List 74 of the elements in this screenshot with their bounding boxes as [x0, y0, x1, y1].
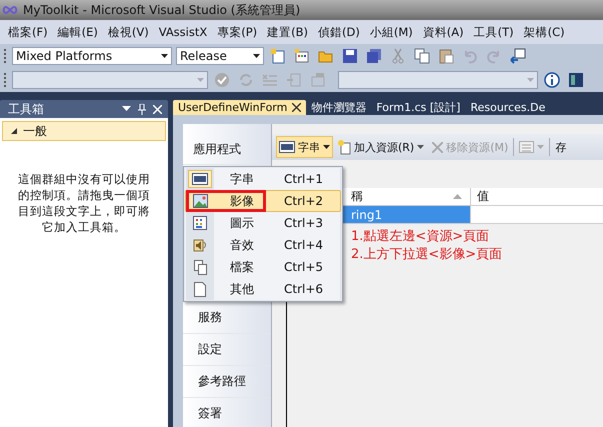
navigate-icon[interactable]	[510, 48, 526, 64]
menu-item[interactable]: 小組(M)	[364, 24, 418, 40]
configuration-dropdown[interactable]: Release	[176, 47, 264, 65]
landscape-picture-icon	[192, 194, 208, 208]
menu-item[interactable]: 編輯(E)	[52, 24, 103, 40]
menu-item[interactable]: 音效 Ctrl+4	[185, 234, 341, 256]
side-tab[interactable]: 參考路徑	[183, 366, 271, 398]
menu-item[interactable]: 圖示 Ctrl+3	[185, 212, 341, 234]
menu-item[interactable]: 建置(B)	[262, 24, 314, 40]
expander-triangle-icon[interactable]	[11, 128, 17, 134]
info-icon[interactable]	[544, 72, 560, 88]
close-icon[interactable]	[292, 103, 302, 112]
caret-icon	[161, 54, 168, 58]
caret-icon	[323, 145, 330, 149]
empty-group-message: 這個群組中沒有可以使用的控制項。請拖曳一個項目到這段文字上，即可將它加入工具箱。	[18, 171, 150, 235]
menu-item[interactable]: 字串 Ctrl+1	[185, 168, 341, 190]
speaker-icon	[193, 238, 207, 252]
close-icon	[432, 142, 444, 152]
menu-item[interactable]: 其他 Ctrl+6	[185, 278, 341, 300]
group-header[interactable]: 一般	[2, 121, 166, 141]
menu-item[interactable]: 檢視(V)	[102, 24, 154, 40]
save-all-icon[interactable]	[366, 48, 382, 64]
menu-item[interactable]: 工具(T)	[468, 24, 519, 40]
side-tab[interactable]: 設定	[183, 334, 271, 366]
grip-icon[interactable]	[4, 73, 8, 87]
empty-dropdown[interactable]	[12, 71, 208, 89]
icon-grid-icon	[193, 216, 207, 230]
save-icon[interactable]	[342, 48, 358, 64]
document-tab[interactable]: Form1.cs [設計]	[371, 100, 466, 115]
infinity-logo-icon	[2, 5, 18, 15]
sort-arrow-icon	[453, 194, 462, 199]
document-tab[interactable]: UserDefineWinForm	[173, 100, 306, 115]
menu-item[interactable]: 檔案(F)	[3, 24, 53, 40]
caret-icon	[253, 54, 260, 58]
resource-type-dropdown[interactable]: 字串	[276, 136, 333, 158]
menu-item[interactable]: 架構(C)	[518, 24, 570, 40]
menu-item[interactable]: 偵錯(D)	[313, 24, 365, 40]
blank-document-icon	[194, 282, 206, 296]
caret-icon	[537, 145, 544, 149]
add-item-icon[interactable]	[294, 48, 310, 64]
document-tab[interactable]: 物件瀏覽器	[306, 100, 372, 115]
side-tab[interactable]: 簽署	[183, 398, 271, 427]
abc-text-icon	[192, 173, 208, 185]
copy-icon[interactable]	[414, 48, 430, 64]
table-cell[interactable]	[471, 206, 603, 223]
group-label: 一般	[23, 122, 47, 140]
caret-icon	[527, 78, 534, 82]
annotation-text: 2.上方下拉選<影像>頁面	[351, 246, 504, 264]
grip-icon[interactable]	[4, 49, 8, 63]
menu-item[interactable]: 資料(A)	[418, 24, 469, 40]
abc-text-icon	[279, 141, 295, 153]
menu-item[interactable]: 專案(P)	[212, 24, 262, 40]
side-tab[interactable]: 應用程式	[183, 134, 271, 165]
new-document-icon	[338, 140, 351, 154]
menu-item[interactable]: 檔案 Ctrl+5	[185, 256, 341, 278]
toolbar-button[interactable]: 存	[552, 136, 568, 158]
panel-icon[interactable]	[568, 72, 584, 88]
platform-dropdown[interactable]: Mixed Platforms	[12, 47, 172, 65]
annotation-text: 1.點選左邊<資源>頁面	[351, 228, 490, 246]
pin-icon[interactable]	[138, 104, 146, 114]
document-tab[interactable]: Resources.De	[465, 100, 550, 115]
new-project-icon[interactable]	[270, 48, 286, 64]
window-title: MyToolkit - Microsoft Visual Studio (系統管理員)	[23, 2, 300, 18]
add-resource-button[interactable]: 加入資源(R)	[335, 136, 428, 158]
menu-item[interactable]: VAssistX	[154, 25, 212, 39]
paste-icon[interactable]	[438, 48, 454, 64]
documents-icon	[194, 260, 206, 274]
check-icon[interactable]	[214, 72, 230, 88]
grid-view-icon	[519, 141, 534, 153]
caret-icon	[417, 145, 424, 149]
panel-title: 工具箱	[8, 100, 44, 118]
caret-icon	[197, 78, 204, 82]
dropdown-caret-icon[interactable]	[122, 106, 131, 112]
empty-dropdown[interactable]	[338, 71, 538, 89]
